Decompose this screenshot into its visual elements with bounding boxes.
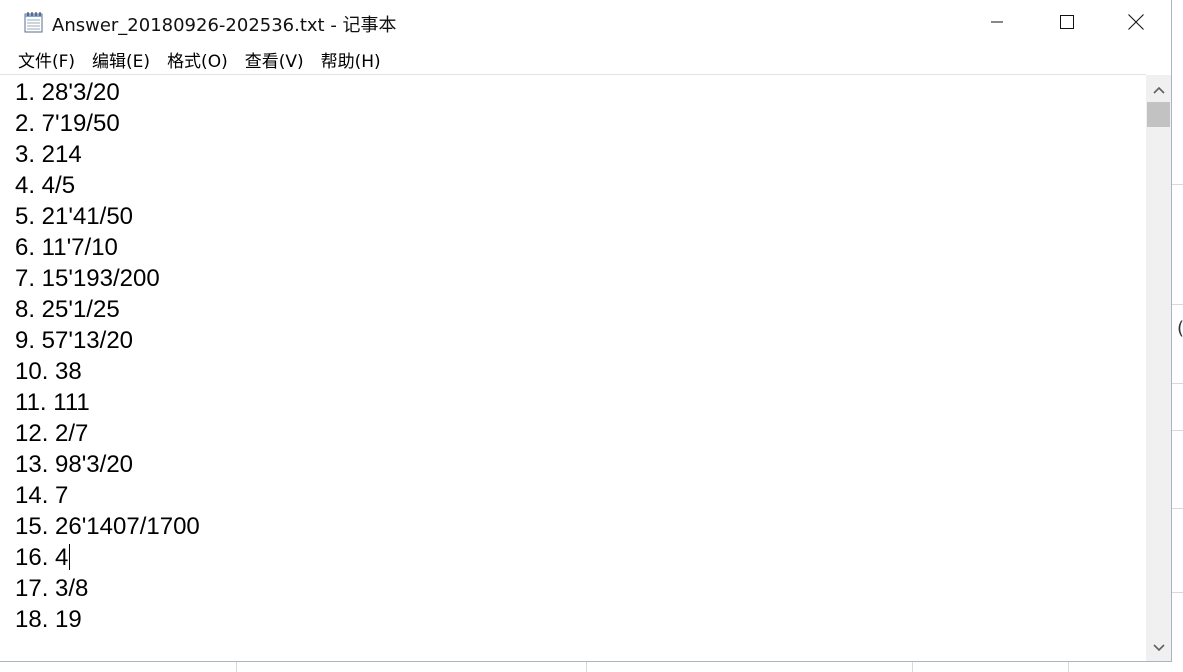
window-title: Answer_20180926-202536.txt - 记事本	[52, 15, 397, 36]
title-bar[interactable]: Answer_20180926-202536.txt - 记事本	[0, 0, 1171, 44]
text-line: 13. 98'3/20	[15, 451, 134, 478]
maximize-icon	[1060, 15, 1074, 29]
notepad-icon	[24, 11, 44, 33]
text-line: 8. 25'1/25	[15, 296, 120, 323]
text-line: 12. 2/7	[15, 420, 89, 447]
text-line: 2. 7'19/50	[15, 110, 120, 137]
scroll-up-button[interactable]	[1146, 79, 1171, 101]
text-line: 14. 7	[15, 482, 69, 509]
text-line: 7. 15'193/200	[15, 265, 160, 292]
text-line-with-caret: 16. 4	[15, 542, 200, 573]
text-line: 18. 19	[15, 606, 82, 633]
text-line: 15. 26'1407/1700	[15, 513, 200, 540]
chevron-up-icon	[1152, 86, 1165, 94]
menu-view[interactable]: 查看(V)	[235, 47, 311, 72]
notepad-window: Answer_20180926-202536.txt - 记事本 文件(F) 编…	[0, 0, 1172, 662]
text-line: 3. 214	[15, 141, 82, 168]
background-glyph: (	[1177, 318, 1183, 339]
text-line: 5. 21'41/50	[15, 203, 134, 230]
vertical-scrollbar[interactable]	[1146, 75, 1171, 661]
text-line: 1. 28'3/20	[15, 79, 120, 106]
scroll-thumb[interactable]	[1147, 102, 1170, 127]
menu-edit[interactable]: 编辑(E)	[82, 47, 157, 72]
text-line: 9. 57'13/20	[15, 327, 134, 354]
menu-help[interactable]: 帮助(H)	[311, 47, 388, 72]
text-caret	[69, 543, 71, 570]
caret-line-text: 16. 4	[15, 544, 69, 571]
menu-file[interactable]: 文件(F)	[0, 47, 82, 72]
text-line: 17. 3/8	[15, 575, 89, 602]
scroll-down-button[interactable]	[1146, 637, 1171, 659]
document-lines: 1. 28'3/20 2. 7'19/50 3. 214 4. 4/5 5. 2…	[15, 77, 200, 635]
text-editor-area[interactable]: 1. 28'3/20 2. 7'19/50 3. 214 4. 4/5 5. 2…	[0, 74, 1146, 661]
minimize-button[interactable]	[962, 0, 1032, 44]
text-line: 6. 11'7/10	[15, 234, 118, 261]
text-line: 11. 111	[15, 389, 90, 416]
maximize-button[interactable]	[1032, 0, 1102, 44]
menu-bar: 文件(F) 编辑(E) 格式(O) 查看(V) 帮助(H)	[0, 44, 1171, 74]
text-line: 10. 38	[15, 358, 82, 385]
menu-format[interactable]: 格式(O)	[157, 47, 235, 72]
chevron-down-icon	[1152, 644, 1165, 652]
close-icon	[1128, 14, 1144, 30]
close-button[interactable]	[1101, 0, 1171, 44]
text-line: 4. 4/5	[15, 172, 76, 199]
minimize-icon	[991, 21, 1003, 23]
